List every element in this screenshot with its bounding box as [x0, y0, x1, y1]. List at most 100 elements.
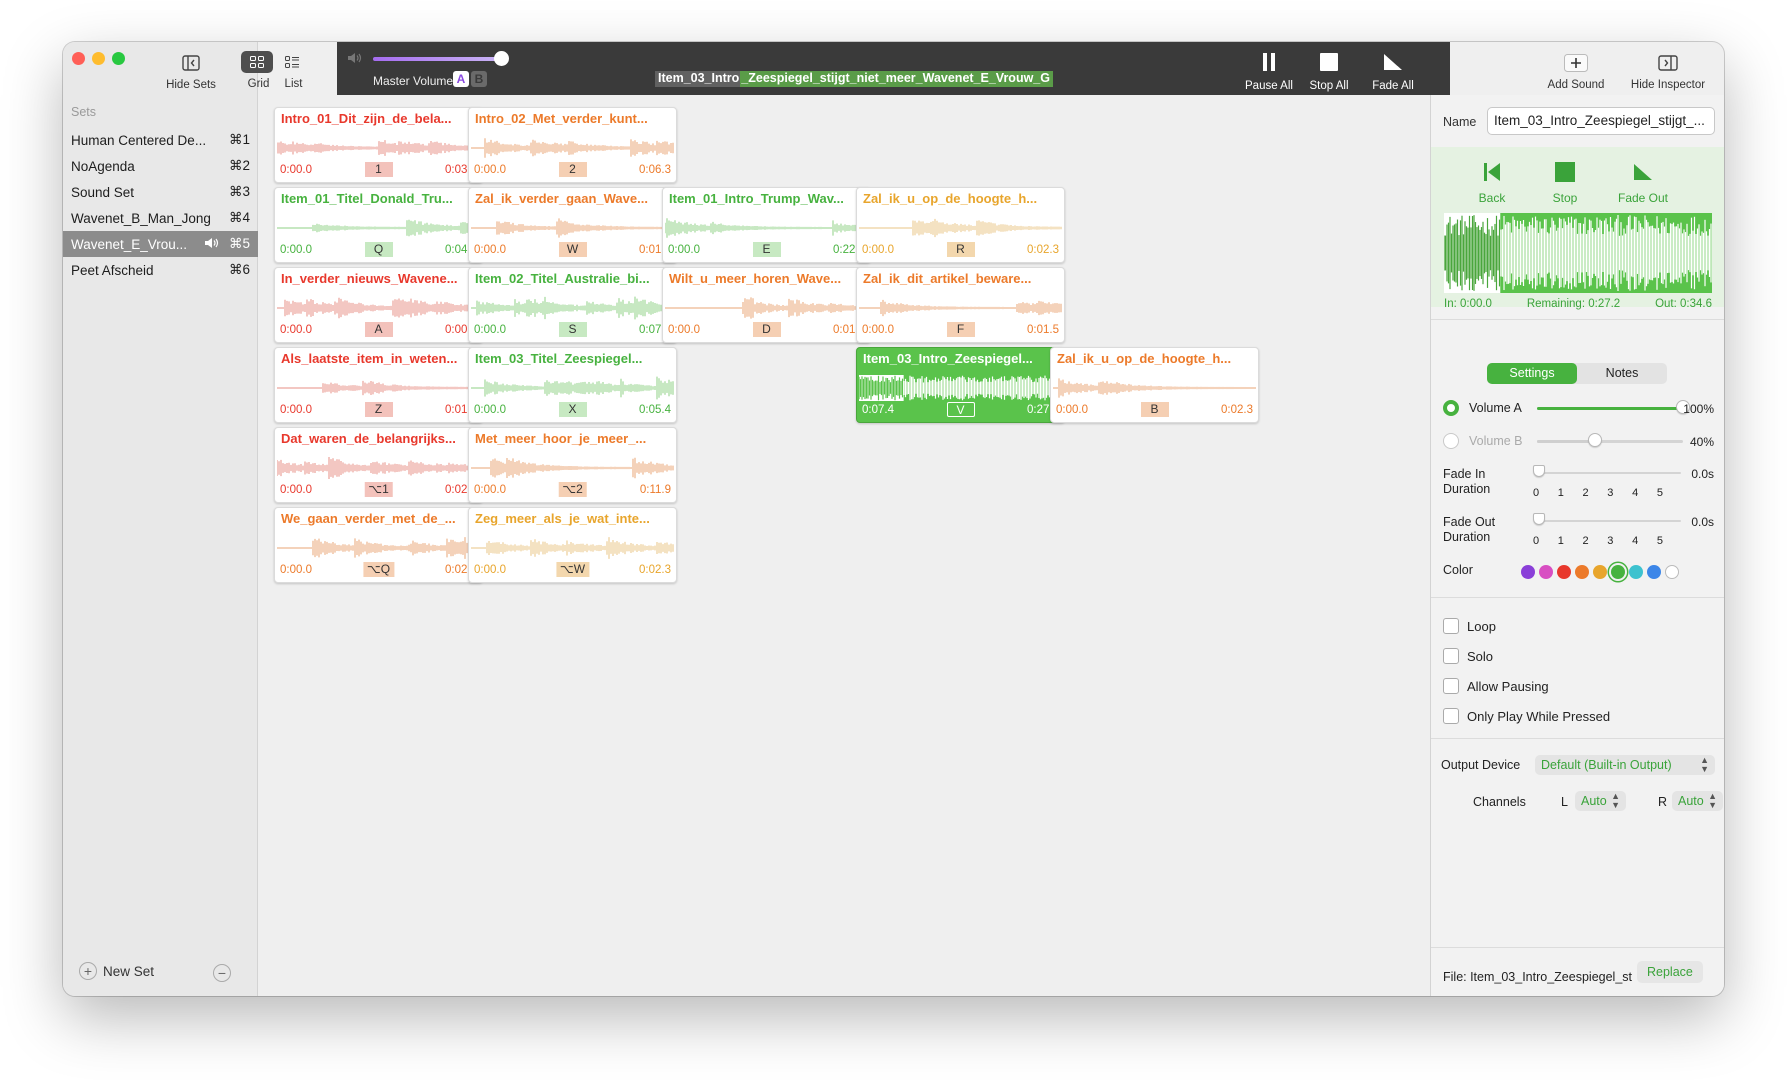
color-swatch[interactable] [1647, 565, 1661, 579]
close-window-button[interactable] [72, 52, 85, 65]
pause-icon [1239, 50, 1299, 74]
only-play-while-pressed-checkbox[interactable] [1443, 708, 1459, 724]
pause-all-button[interactable]: Pause All [1239, 50, 1299, 92]
fade-out-button[interactable]: Fade Out [1613, 159, 1673, 205]
waveform-view[interactable] [1444, 213, 1712, 293]
color-swatch[interactable] [1665, 565, 1679, 579]
minimize-window-button[interactable] [92, 52, 105, 65]
sound-time-in: 0:00.0 [474, 484, 506, 496]
color-swatch[interactable] [1539, 565, 1553, 579]
volume-b-button[interactable]: B [471, 71, 487, 87]
master-volume-knob[interactable] [494, 51, 509, 66]
sound-card[interactable]: Intro_01_Dit_zijn_de_bela... 0:00.0 1 0:03.… [274, 107, 483, 183]
sound-card[interactable]: Zal_ik_dit_artikel_beware... 0:00.0 F 0:01.… [856, 267, 1065, 343]
volume-a-radio[interactable] [1443, 400, 1459, 416]
fade-all-button[interactable]: Fade All [1363, 50, 1423, 92]
sound-card[interactable]: Als_laatste_item_in_weten... 0:00.0 Z 0:01.… [274, 347, 483, 423]
tab-settings[interactable]: Settings [1487, 363, 1577, 384]
hide-sets-button[interactable]: Hide Sets [161, 52, 221, 91]
divider [1431, 597, 1724, 598]
volume-a-button[interactable]: A [453, 71, 469, 87]
sound-card[interactable]: Zeg_meer_als_je_wat_inte... 0:00.0 ⌥W 0:02.… [468, 507, 677, 583]
sound-card[interactable]: Item_01_Titel_Donald_Tru... 0:00.0 Q 0:04.0 [274, 187, 483, 263]
color-swatch[interactable] [1557, 565, 1571, 579]
set-item[interactable]: Wavenet_E_Vrou... ⌘5 [63, 231, 258, 257]
sound-title: Intro_01_Dit_zijn_de_bela... [281, 111, 452, 126]
replace-button[interactable]: Replace [1637, 961, 1703, 983]
channel-r-select[interactable]: Auto ▲ ▼ [1672, 791, 1723, 811]
sound-card[interactable]: Item_03_Titel_Zeespiegel... 0:00.0 X 0:05.4 [468, 347, 677, 423]
volume-a-slider[interactable] [1537, 407, 1683, 410]
sound-time-out: 0:02.3 [1027, 244, 1059, 256]
sound-card[interactable]: Zal_ik_u_op_de_hoogte_h... 0:00.0 R 0:02.3 [856, 187, 1065, 263]
solo-checkbox[interactable] [1443, 648, 1459, 664]
remove-set-button[interactable]: − [213, 964, 231, 982]
set-item[interactable]: Sound Set ⌘3 [63, 179, 258, 205]
set-item[interactable]: NoAgenda ⌘2 [63, 153, 258, 179]
new-set-label: New Set [103, 963, 155, 979]
stop-button[interactable]: Stop [1535, 159, 1595, 205]
color-swatch[interactable] [1611, 565, 1625, 579]
set-item[interactable]: Peet Afscheid ⌘6 [63, 257, 258, 283]
sound-card[interactable]: Item_01_Intro_Trump_Wav... 0:00.0 E 0:22.9 [662, 187, 871, 263]
only-play-while-pressed-label: Only Play While Pressed [1467, 709, 1611, 724]
master-volume-slider[interactable] [373, 57, 499, 61]
fade-in-knob[interactable] [1533, 465, 1545, 477]
sound-card[interactable]: Item_02_Titel_Australie_bi... 0:00.0 S 0:07… [468, 267, 677, 343]
sound-time-in: 0:00.0 [280, 404, 312, 416]
set-name: Sound Set [71, 184, 135, 200]
sound-time-in: 0:00.0 [862, 244, 894, 256]
volume-b-slider[interactable] [1537, 440, 1683, 443]
volume-b-radio[interactable] [1443, 433, 1459, 449]
back-button[interactable]: Back [1462, 159, 1522, 205]
sound-card[interactable]: We_gaan_verder_met_de_... 0:00.0 ⌥Q 0:02.8 [274, 507, 483, 583]
fade-out-slider[interactable] [1535, 520, 1681, 522]
stop-all-button[interactable]: Stop All [1299, 50, 1359, 92]
tab-notes[interactable]: Notes [1577, 363, 1667, 384]
sound-title: Zal_ik_verder_gaan_Wave... [475, 191, 648, 206]
set-item[interactable]: Wavenet_B_Man_Jong ⌘4 [63, 205, 258, 231]
fade-in-slider[interactable] [1535, 472, 1681, 474]
fade-out-knob[interactable] [1533, 513, 1545, 525]
tick-label: 0 [1533, 535, 1540, 547]
sound-card[interactable]: Intro_02_Met_verder_kunt... 0:00.0 2 0:06.3 [468, 107, 677, 183]
add-sound-label: Add Sound [1547, 79, 1605, 91]
loop-checkbox[interactable] [1443, 618, 1459, 634]
color-swatch[interactable] [1629, 565, 1643, 579]
allow-pausing-checkbox[interactable] [1443, 678, 1459, 694]
fade-icon [1613, 159, 1673, 185]
color-label: Color [1443, 563, 1473, 577]
view-toggle [241, 51, 308, 73]
set-item[interactable]: Human Centered De... ⌘1 [63, 127, 258, 153]
grid-view-button[interactable] [241, 51, 273, 73]
sound-card[interactable]: In_verder_nieuws_Wavene... 0:00.0 A 0:00.9 [274, 267, 483, 343]
zoom-window-button[interactable] [112, 52, 125, 65]
transport-bar: Master Volume A B Item_03_Intro _Zeespieg… [337, 42, 1450, 95]
sound-card[interactable]: Zal_ik_u_op_de_hoogte_h... 0:00.0 B 0:02.3 [1050, 347, 1259, 423]
sound-waveform [277, 457, 480, 479]
sound-waveform [859, 375, 1062, 401]
sound-card[interactable]: Item_03_Intro_Zeespiegel... 0:07.4 V 0:27.2 [856, 347, 1065, 423]
sound-card[interactable]: Dat_waren_de_belangrijks... 0:00.0 ⌥1 0:02.… [274, 427, 483, 503]
color-swatch[interactable] [1521, 565, 1535, 579]
fade-out-value: 0.0s [1691, 515, 1714, 529]
volume-b-knob[interactable] [1588, 433, 1603, 447]
name-field[interactable]: Item_03_Intro_Zeespiegel_stijgt_... [1487, 107, 1715, 135]
sound-card[interactable]: Met_meer_hoor_je_meer_... 0:00.0 ⌥2 0:11.9 [468, 427, 677, 503]
list-view-button[interactable] [276, 51, 308, 73]
sound-hotkey: ⌥1 [364, 482, 393, 497]
divider [1431, 947, 1724, 948]
hide-inspector-button[interactable]: Hide Inspector [1623, 52, 1713, 91]
channel-l-select[interactable]: Auto ▲ ▼ [1575, 791, 1626, 811]
new-set-button[interactable]: + New Set [79, 962, 154, 980]
channels-label: Channels [1473, 795, 1526, 809]
sets-sidebar: Sets Human Centered De... ⌘1 NoAgenda ⌘2 Sou… [63, 42, 258, 996]
output-device-select[interactable]: Default (Built-in Output) ▲ ▼ [1535, 755, 1715, 775]
sound-card[interactable]: Wilt_u_meer_horen_Wave... 0:00.0 D 0:01.0 [662, 267, 871, 343]
loop-label: Loop [1467, 619, 1496, 634]
color-swatch[interactable] [1575, 565, 1589, 579]
add-sound-button[interactable]: Add Sound [1541, 52, 1611, 91]
sound-title: Dat_waren_de_belangrijks... [281, 431, 456, 446]
color-swatch[interactable] [1593, 565, 1607, 579]
sound-card[interactable]: Zal_ik_verder_gaan_Wave... 0:00.0 W 0:01.0 [468, 187, 677, 263]
